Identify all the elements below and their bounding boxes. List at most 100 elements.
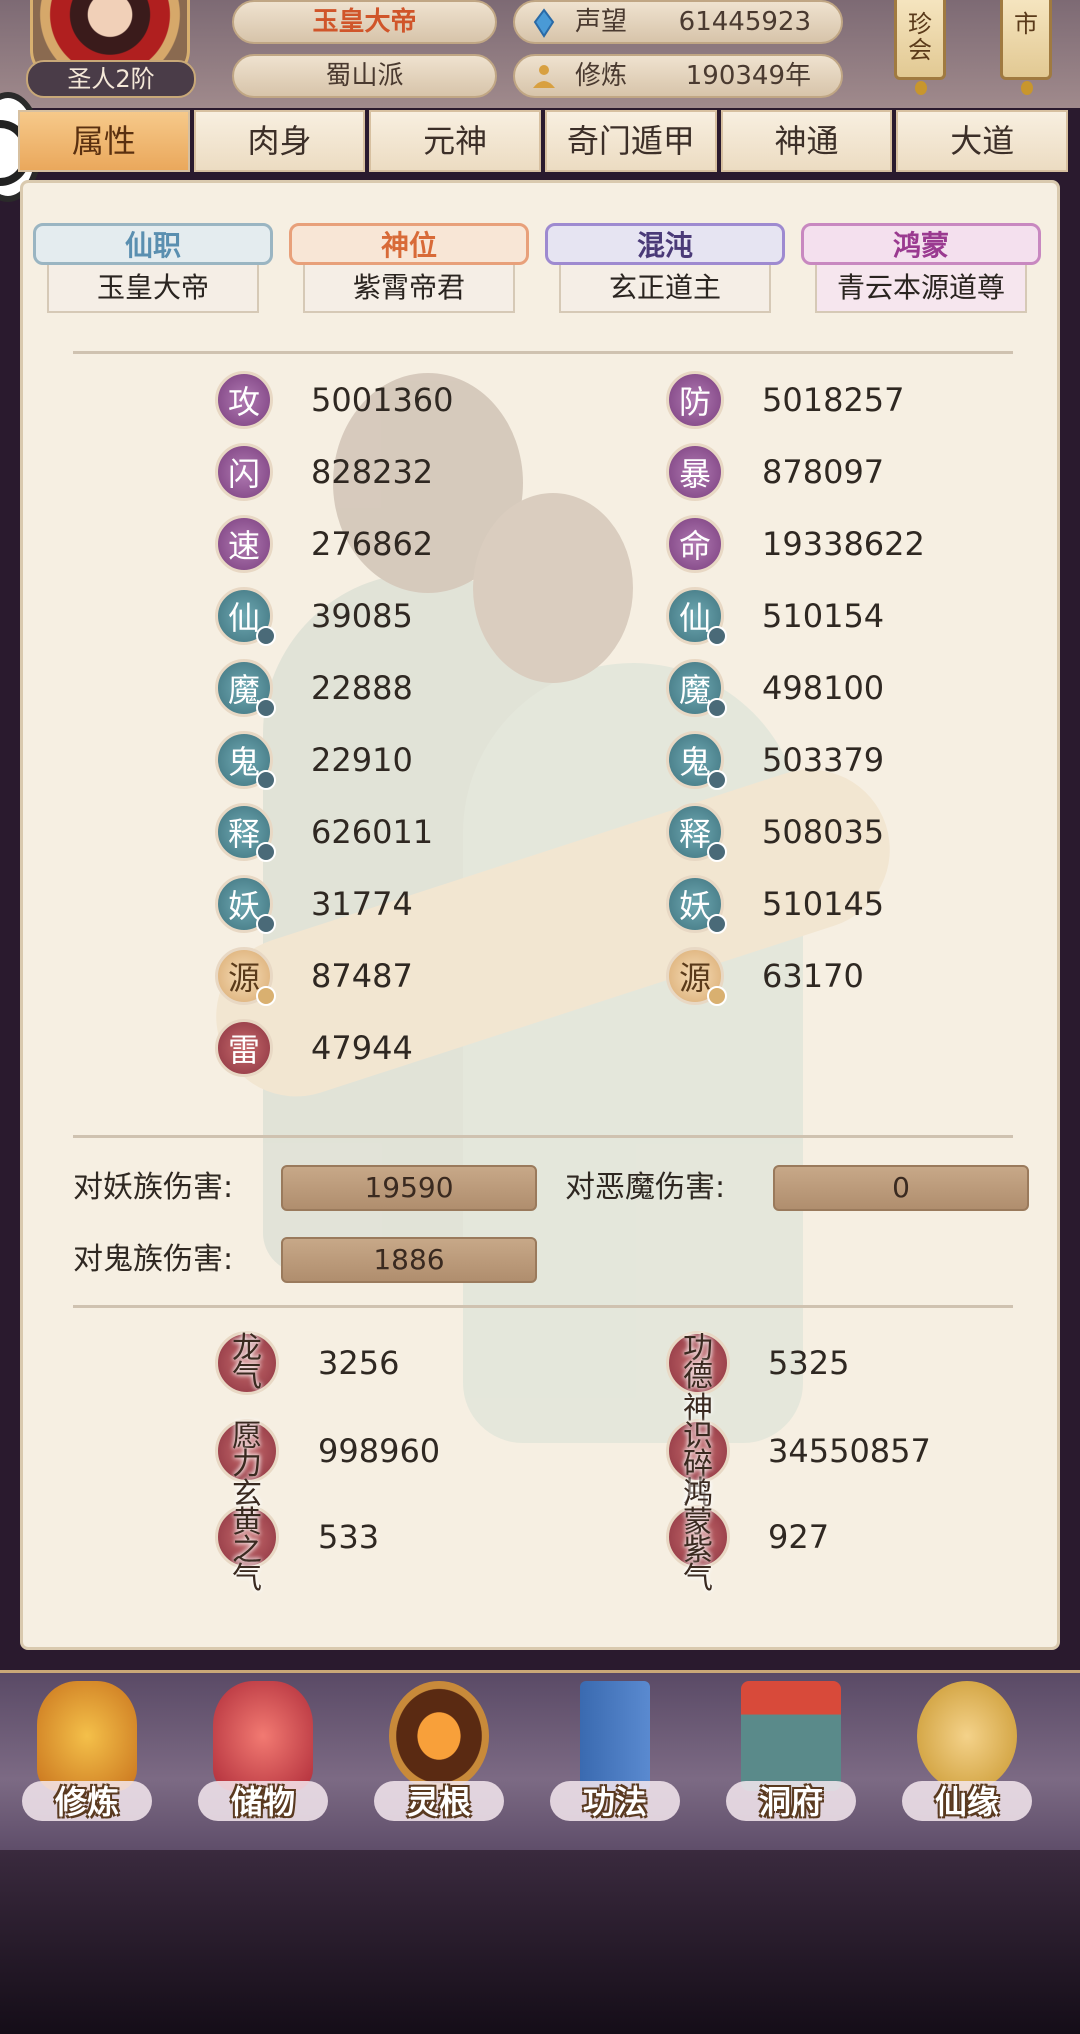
icon-char: 源 xyxy=(678,959,711,997)
demon-icon: 魔 xyxy=(215,659,276,718)
icon-char: 源 xyxy=(227,959,260,997)
pavilion-icon xyxy=(741,1681,841,1791)
nav-label: 洞府 xyxy=(758,1783,823,1821)
nav-label: 功法 xyxy=(582,1783,647,1821)
stat-value: 5018257 xyxy=(762,381,905,419)
nav-fate[interactable]: 仙缘 xyxy=(902,1681,1032,1851)
icon-char: 妖 xyxy=(678,887,711,925)
stat-value: 63170 xyxy=(762,957,864,995)
stat-value: 22910 xyxy=(311,741,413,779)
stat-value: 87487 xyxy=(311,957,413,995)
sect-name: 蜀山派 xyxy=(232,54,497,98)
tab-powers[interactable]: 神通 xyxy=(720,110,893,172)
damage-vs-devils-value: 0 xyxy=(773,1165,1029,1211)
stat-value: 878097 xyxy=(762,453,885,491)
tab-qimen[interactable]: 奇门遁甲 xyxy=(545,110,717,172)
damage-vs-devils-label: 对恶魔伤害: xyxy=(565,1170,726,1205)
rank-immortal-post[interactable]: 仙职 玉皇大帝 xyxy=(33,223,273,313)
header: 圣人2阶 玉皇大帝 蜀山派 声望 61445923 修炼 190349年 珍会 … xyxy=(0,0,1080,108)
stat-value: 503379 xyxy=(762,741,885,779)
shield-icon xyxy=(707,698,727,718)
immortal-icon: 仙 xyxy=(666,587,727,646)
label: 龙气 xyxy=(232,1331,262,1394)
immortal-icon: 仙 xyxy=(215,587,276,646)
icon-char: 释 xyxy=(678,815,711,853)
nav-cave-dwelling[interactable]: 洞府 xyxy=(726,1681,856,1851)
shield-icon xyxy=(707,914,727,934)
divider xyxy=(73,1305,1013,1308)
wish-power-icon: 愿力 xyxy=(215,1419,279,1483)
icon-char: 仙 xyxy=(227,599,260,637)
tab-body[interactable]: 肉身 xyxy=(193,110,366,172)
dragon-qi-value: 3256 xyxy=(318,1344,400,1382)
icon-char: 魔 xyxy=(678,671,711,709)
rank-title: 仙职 xyxy=(33,223,273,265)
icon-char: 鬼 xyxy=(227,743,260,781)
rank-title: 神位 xyxy=(289,223,529,265)
stat-value: 22888 xyxy=(311,669,413,707)
shield-icon xyxy=(707,842,727,862)
tab-bar: 属性 肉身 元神 奇门遁甲 神通 大道 xyxy=(18,110,1069,174)
info-icon xyxy=(256,698,276,718)
tab-spirit[interactable]: 元神 xyxy=(369,110,542,172)
dragon-qi-icon: 龙气 xyxy=(215,1331,279,1395)
label: 功德 xyxy=(683,1331,713,1394)
treasure-hall-button[interactable]: 珍会 xyxy=(894,0,946,95)
rank-title: 混沌 xyxy=(545,223,785,265)
buddha-icon: 释 xyxy=(215,803,276,862)
stat-value: 47944 xyxy=(311,1029,413,1067)
thunder-icon: 雷 xyxy=(215,1019,273,1077)
info-icon xyxy=(256,914,276,934)
fame-value: 61445923 xyxy=(678,7,811,37)
info-icon xyxy=(256,986,276,1006)
spirit-root-icon xyxy=(389,1681,489,1791)
bottom-nav: 修炼 储物 灵根 功法 洞府 仙缘 xyxy=(0,1670,1080,1850)
info-icon xyxy=(256,842,276,862)
critical-icon: 暴 xyxy=(666,443,724,501)
icon-char: 鬼 xyxy=(678,743,711,781)
attack-icon: 攻 xyxy=(215,371,273,429)
divider xyxy=(73,1135,1013,1138)
nav-techniques[interactable]: 功法 xyxy=(550,1681,680,1851)
xuanhuang-qi-value: 533 xyxy=(318,1518,380,1556)
damage-vs-ghosts-value: 1886 xyxy=(281,1237,537,1283)
stat-value: 508035 xyxy=(762,813,885,851)
character-attributes-screen: 圣人2阶 玉皇大帝 蜀山派 声望 61445923 修炼 190349年 珍会 … xyxy=(0,0,1080,2034)
player-title: 玉皇大帝 xyxy=(232,0,497,44)
rank-hongmeng[interactable]: 鸿蒙 青云本源道尊 xyxy=(801,223,1041,313)
fame-label: 声望 xyxy=(575,7,628,37)
icon-char: 妖 xyxy=(227,887,260,925)
nav-storage[interactable]: 储物 xyxy=(198,1681,328,1851)
fame-stat: 声望 61445923 xyxy=(513,0,843,44)
nav-label: 灵根 xyxy=(406,1783,471,1821)
rank-chaos[interactable]: 混沌 玄正道主 xyxy=(545,223,785,313)
xuanhuang-qi-icon: 玄黄之气 xyxy=(215,1480,279,1594)
market-button[interactable]: 市 xyxy=(1000,0,1052,95)
nav-spirit-root[interactable]: 灵根 xyxy=(374,1681,504,1851)
tab-attributes[interactable]: 属性 xyxy=(18,110,190,172)
icon-char: 仙 xyxy=(678,599,711,637)
nav-cultivate[interactable]: 修炼 xyxy=(22,1681,152,1851)
spirit-fragment-icon: 神识碎片 xyxy=(666,1394,730,1508)
stat-value: 626011 xyxy=(311,813,434,851)
rank-value: 玄正道主 xyxy=(559,265,771,313)
shield-icon xyxy=(707,626,727,646)
stat-value: 5001360 xyxy=(311,381,454,419)
rank-value: 玉皇大帝 xyxy=(47,265,259,313)
shield-icon xyxy=(707,770,727,790)
meditation-icon xyxy=(533,65,555,88)
attributes-panel: 仙职 玉皇大帝 神位 紫霄帝君 混沌 玄正道主 鸿蒙 青云本源道尊 攻 5001… xyxy=(20,180,1060,1650)
merit-value: 5325 xyxy=(768,1344,850,1382)
stat-value: 510145 xyxy=(762,885,885,923)
footer-background xyxy=(0,1850,1080,2034)
tab-dao[interactable]: 大道 xyxy=(896,110,1069,172)
cultivation-label: 修炼 xyxy=(575,61,628,91)
wish-power-value: 998960 xyxy=(318,1432,441,1470)
icon-char: 释 xyxy=(227,815,260,853)
info-icon xyxy=(256,626,276,646)
rank-divine-position[interactable]: 神位 紫霄帝君 xyxy=(289,223,529,313)
monk-icon xyxy=(37,1681,137,1791)
rank-title: 鸿蒙 xyxy=(801,223,1041,265)
hongmeng-qi-value: 927 xyxy=(768,1518,830,1556)
ghost-icon: 鬼 xyxy=(666,731,727,790)
